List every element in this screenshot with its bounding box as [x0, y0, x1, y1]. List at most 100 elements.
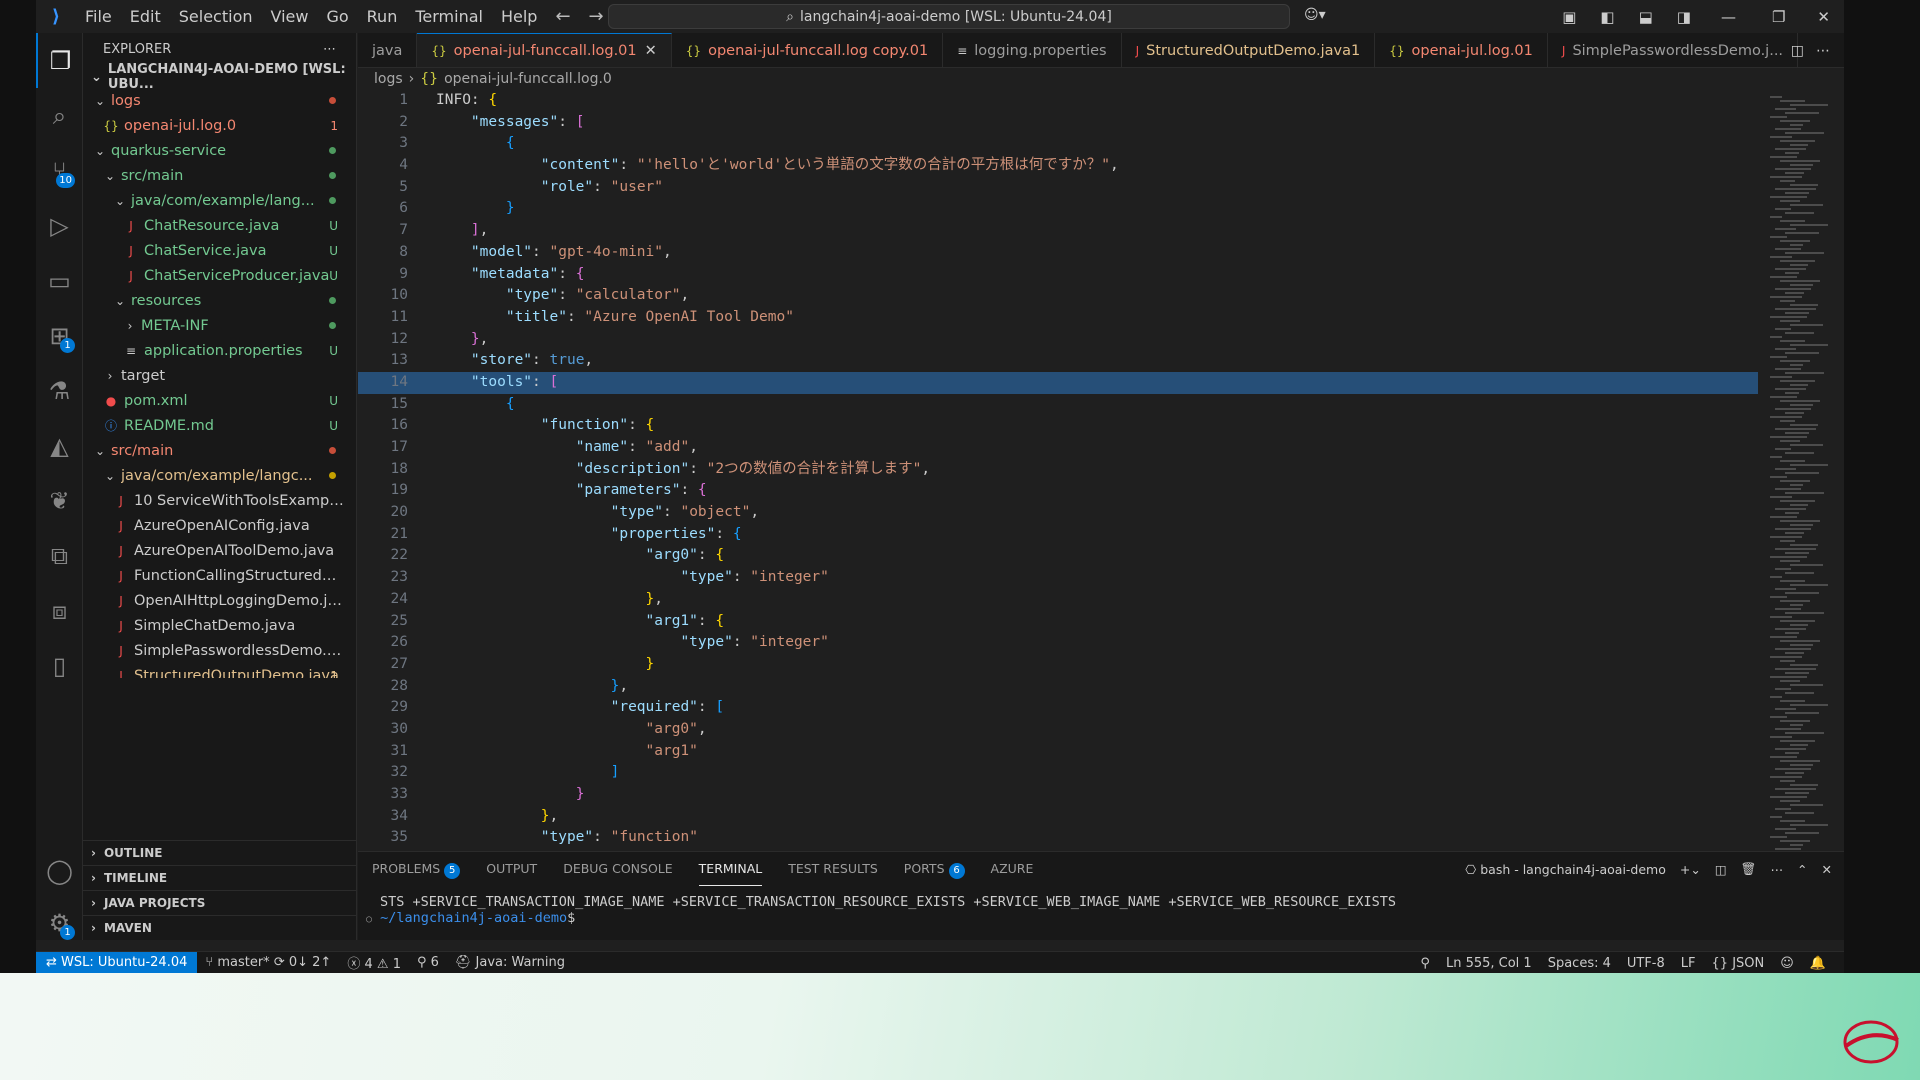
tree-item[interactable]: J FunctionCallingStructuredDem...	[83, 563, 356, 588]
code-line[interactable]: 5 "role": "user"	[358, 177, 1758, 199]
panel-tab-ports[interactable]: PORTS 6	[904, 852, 965, 886]
editor-tab[interactable]: {} openai-jul-funccall.log copy.0 1	[672, 33, 944, 67]
panel-tab-problems[interactable]: PROBLEMS 5	[372, 852, 461, 886]
menu-file[interactable]: File	[76, 0, 121, 33]
code-line[interactable]: 24 },	[358, 589, 1758, 611]
tree-item[interactable]: J StructuredOutputDemo.java 1	[83, 663, 356, 679]
code-line[interactable]: 23 "type": "integer"	[358, 567, 1758, 589]
code-line[interactable]: 2 "messages": [	[358, 112, 1758, 134]
tree-item[interactable]: J SimpleChatDemo.java	[83, 613, 356, 638]
code-line[interactable]: 25 "arg1": {	[358, 611, 1758, 633]
editor-tab[interactable]: {} openai-jul-funccall.log.0 1 ✕	[417, 33, 672, 67]
tree-item[interactable]: J OpenAIHttpLoggingDemo.java	[83, 588, 356, 613]
tree-item[interactable]: ⌄ src/main	[83, 438, 356, 463]
split-editor-icon[interactable]: ◫	[1785, 43, 1810, 59]
tree-item[interactable]: J AzureOpenAIToolDemo.java	[83, 538, 356, 563]
code-line[interactable]: 15 {	[358, 394, 1758, 416]
code-line[interactable]: 11 "title": "Azure OpenAI Tool Demo"	[358, 307, 1758, 329]
section-maven[interactable]: › MAVEN	[83, 915, 356, 940]
restore-icon[interactable]: ❐	[1754, 8, 1803, 26]
breadcrumb-item[interactable]: openai-jul-funccall.log.0	[444, 71, 612, 87]
source-control-icon[interactable]: ⑂ 10	[36, 143, 83, 198]
menu-help[interactable]: Help	[492, 0, 546, 33]
code-line[interactable]: 34 },	[358, 806, 1758, 828]
code-line[interactable]: 13 "store": true,	[358, 350, 1758, 372]
tree-item[interactable]: J ChatService.java U	[83, 238, 356, 263]
containers-icon[interactable]: ⧈	[36, 583, 83, 638]
code-line[interactable]: 1 INFO: {	[358, 90, 1758, 112]
copilot-icon[interactable]: ☺▾	[1304, 7, 1326, 23]
tree-item[interactable]: ⌄ src/main	[83, 163, 356, 188]
editor-tab[interactable]: J StructuredOutputDemo.java 1	[1122, 33, 1376, 67]
panel-tab-debug-console[interactable]: DEBUG CONSOLE	[563, 852, 672, 886]
extensions-icon[interactable]: ⊞ 1	[36, 308, 83, 363]
encoding[interactable]: UTF-8	[1619, 956, 1673, 971]
menu-go[interactable]: Go	[317, 0, 357, 33]
code-editor[interactable]: 1 INFO: {2 "messages": [3 {4 "content": "…	[358, 90, 1758, 850]
code-line[interactable]: 28 },	[358, 676, 1758, 698]
section-timeline[interactable]: › TIMELINE	[83, 865, 356, 890]
tree-item[interactable]: J AzureOpenAIConfig.java	[83, 513, 356, 538]
code-line[interactable]: 26 "type": "integer"	[358, 632, 1758, 654]
workspace-root[interactable]: ⌄ LANGCHAIN4J-AOAI-DEMO [WSL: UBU...	[83, 62, 356, 92]
code-line[interactable]: 16 "function": {	[358, 415, 1758, 437]
code-line[interactable]: 35 "type": "function"	[358, 827, 1758, 849]
code-line[interactable]: 20 "type": "object",	[358, 502, 1758, 524]
code-line[interactable]: 14 "tools": [	[358, 371, 1758, 394]
split-terminal-icon[interactable]: ◫	[1715, 862, 1727, 877]
editor-tab[interactable]: ≡ logging.properties	[943, 33, 1122, 67]
code-line[interactable]: 30 "arg0",	[358, 719, 1758, 741]
tab-close-icon[interactable]: ✕	[645, 43, 657, 59]
menu-view[interactable]: View	[262, 0, 318, 33]
code-line[interactable]: 9 "metadata": {	[358, 264, 1758, 286]
tree-item[interactable]: ⌄ logs	[83, 88, 356, 113]
new-terminal-icon[interactable]: +⌄	[1680, 862, 1701, 877]
tree-item[interactable]: J 10 ServiceWithToolsExample.j...	[83, 488, 356, 513]
remote-explorer-icon[interactable]: ▭	[36, 253, 83, 308]
more-actions-icon[interactable]: ⋯	[323, 42, 336, 57]
zoom-icon[interactable]: ⚲	[1412, 956, 1438, 971]
toggle-secondary-sidebar-icon[interactable]: ◨	[1665, 8, 1703, 26]
indentation[interactable]: Spaces: 4	[1540, 956, 1619, 971]
eol[interactable]: LF	[1673, 956, 1704, 971]
code-line[interactable]: 10 "type": "calculator",	[358, 285, 1758, 307]
java-status[interactable]: ⛑ Java: Warning	[447, 955, 573, 970]
code-line[interactable]: 22 "arg0": {	[358, 545, 1758, 567]
project-manager-icon[interactable]: ⧉	[36, 528, 83, 583]
manage-gear-icon[interactable]: ⚙ 1	[36, 895, 83, 950]
tree-item[interactable]: J ChatServiceProducer.java U	[83, 263, 356, 288]
menu-terminal[interactable]: Terminal	[406, 0, 492, 33]
menu-selection[interactable]: Selection	[170, 0, 262, 33]
code-line[interactable]: 33 }	[358, 784, 1758, 806]
cursor-position[interactable]: Ln 555, Col 1	[1438, 956, 1540, 971]
maximize-panel-icon[interactable]: ⌃	[1797, 862, 1807, 877]
notifications-bell-icon[interactable]: 🔔	[1802, 956, 1834, 971]
tree-item[interactable]: › target	[83, 363, 356, 388]
code-line[interactable]: 27 }	[358, 654, 1758, 676]
notebook-icon[interactable]: ▯	[36, 638, 83, 693]
editor-tab[interactable]: J SimplePasswordlessDemo.j...	[1548, 33, 1799, 67]
copilot-status-icon[interactable]: ☺	[1772, 956, 1802, 971]
minimap[interactable]	[1764, 96, 1844, 854]
code-line[interactable]: 21 "properties": {	[358, 524, 1758, 546]
close-panel-icon[interactable]: ✕	[1822, 862, 1832, 877]
more-actions-icon[interactable]: ⋯	[1810, 43, 1836, 59]
tree-item[interactable]: › META-INF	[83, 313, 356, 338]
tree-item[interactable]: {} openai-jul.log.0 1	[83, 113, 356, 138]
tree-item[interactable]: ⌄ java/com/example/lang...	[83, 188, 356, 213]
tree-item[interactable]: ⌄ java/com/example/langc...	[83, 463, 356, 488]
tree-item[interactable]: ⌄ resources	[83, 288, 356, 313]
toggle-panel-icon[interactable]: ⬓	[1627, 8, 1665, 26]
code-line[interactable]: 8 "model": "gpt-4o-mini",	[358, 242, 1758, 264]
code-line[interactable]: 29 "required": [	[358, 697, 1758, 719]
editor-tab[interactable]: java	[358, 33, 418, 67]
more-actions-icon[interactable]: ⋯	[1771, 862, 1784, 877]
code-line[interactable]: 6 }	[358, 198, 1758, 220]
problems-status[interactable]: ⓧ 4 ⚠ 1	[339, 953, 409, 972]
breadcrumb-item[interactable]: logs	[374, 71, 403, 87]
code-line[interactable]: 17 "name": "add",	[358, 437, 1758, 459]
toggle-sidebar-icon[interactable]: ◧	[1588, 8, 1626, 26]
branch-status[interactable]: ⑂ master* ⟳ 0↓ 2↑	[197, 955, 339, 970]
code-line[interactable]: 4 "content": "'hello'と'world'という単語の文字数の合…	[358, 155, 1758, 177]
run-debug-icon[interactable]: ▷	[36, 198, 83, 253]
